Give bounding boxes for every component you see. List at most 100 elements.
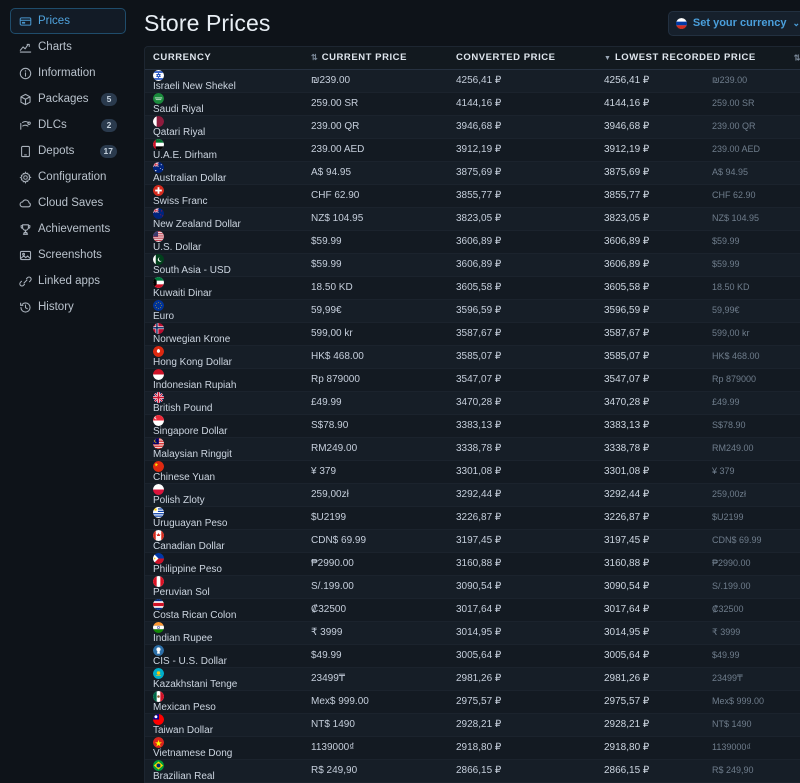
cell-currency: Peruvian Sol	[145, 575, 303, 599]
chevron-down-icon: ⌄	[792, 17, 800, 28]
table-row[interactable]: Singapore Dollar S$78.90 3383,13 ₽3383,13 …	[145, 414, 800, 438]
lowest-price-converted: 3301,08 ₽	[604, 466, 650, 477]
currency-name: Israeli New Shekel	[153, 80, 236, 92]
sidebar-item-cloud-saves[interactable]: Cloud Saves	[10, 190, 126, 216]
cr-flag-icon	[153, 598, 164, 610]
sidebar-item-packages[interactable]: Packages 5	[10, 86, 126, 112]
prices-icon	[19, 15, 32, 28]
sidebar-item-label: Screenshots	[38, 249, 102, 261]
lowest-price-converted: 3017,64 ₽	[604, 604, 650, 615]
currency-name: Mexican Peso	[153, 701, 216, 713]
table-row[interactable]: U.S. Dollar $59.99 3606,89 ₽3606,89 ₽ $59.9…	[145, 230, 800, 254]
cell-lowest-recorded-price: 2975,57 ₽ Mex$ 999.00	[596, 690, 800, 714]
lowest-price-converted: 3855,77 ₽	[604, 190, 650, 201]
table-row[interactable]: Euro 59,99€ 3596,59 ₽3596,59 ₽59,99€	[145, 299, 800, 323]
table-row[interactable]: Kuwaiti Dinar 18.50 KD 3605,58 ₽3605,58 ₽1…	[145, 276, 800, 300]
table-row[interactable]: U.A.E. Dirham 239.00 AED 3912,19 ₽3912,19 …	[145, 138, 800, 162]
currency-name: Hong Kong Dollar	[153, 356, 232, 368]
cell-current-price: ₹ 3999	[303, 621, 448, 645]
column-header-currency[interactable]: CURRENCY	[145, 47, 303, 70]
cell-converted-price: 3855,77 ₽	[448, 184, 596, 208]
table-row[interactable]: Indian Rupee ₹ 3999 3014,95 ₽3014,95 ₽ ₹ 39…	[145, 621, 800, 645]
column-header-converted[interactable]: CONVERTED PRICE	[448, 47, 596, 70]
ca-flag-icon	[153, 529, 164, 541]
in-flag-icon	[153, 621, 164, 633]
table-row[interactable]: Saudi Riyal 259.00 SR 4144,16 ₽4144,16 ₽25…	[145, 92, 800, 116]
sidebar-item-charts[interactable]: Charts	[10, 34, 126, 60]
cell-converted-price: 2866,15 ₽	[448, 759, 596, 783]
table-row[interactable]: Norwegian Krone 599,00 kr 3587,67 ₽3587,67…	[145, 322, 800, 346]
sidebar-item-history[interactable]: History	[10, 294, 126, 320]
sidebar-item-prices[interactable]: Prices	[10, 8, 126, 34]
sidebar-item-achievements[interactable]: Achievements	[10, 216, 126, 242]
table-row[interactable]: Vietnamese Dong 1139000₫ 2918,80 ₽2918,80 …	[145, 736, 800, 760]
column-header-lowest[interactable]: ▼LOWEST RECORDED PRICE ⇅	[596, 47, 800, 70]
kz-flag-icon	[153, 667, 164, 679]
table-row[interactable]: Costa Rican Colon ₡32500 3017,64 ₽3017,64 …	[145, 598, 800, 622]
cell-current-price: 23499₸	[303, 667, 448, 691]
table-row[interactable]: Peruvian Sol S/.199.00 3090,54 ₽3090,54 ₽ S…	[145, 575, 800, 599]
lowest-price-converted: 3470,28 ₽	[604, 397, 650, 408]
set-currency-button[interactable]: Set your currency ⌄	[667, 10, 800, 36]
table-body: Israeli New Shekel ₪239.00 4256,41 ₽4256,4…	[145, 69, 800, 783]
sidebar-item-configuration[interactable]: Configuration	[10, 164, 126, 190]
sidebar-item-linked-apps[interactable]: Linked apps	[10, 268, 126, 294]
cell-currency: Polish Zloty	[145, 483, 303, 507]
ae-flag-icon	[153, 138, 164, 150]
table-row[interactable]: Mexican Peso Mex$ 999.00 2975,57 ₽2975,57 …	[145, 690, 800, 714]
sidebar-item-depots[interactable]: Depots 17	[10, 138, 126, 164]
cell-converted-price: 3338,78 ₽	[448, 437, 596, 461]
table-row[interactable]: Israeli New Shekel ₪239.00 4256,41 ₽4256,4…	[145, 69, 800, 93]
sidebar-item-screenshots[interactable]: Screenshots	[10, 242, 126, 268]
table-row[interactable]: Chinese Yuan ¥ 379 3301,08 ₽3301,08 ₽ ¥ 379	[145, 460, 800, 484]
table-row[interactable]: Uruguayan Peso $U2199 3226,87 ₽3226,87 ₽ $U…	[145, 506, 800, 530]
cell-lowest-recorded-price: 3587,67 ₽ 599,00 kr	[596, 322, 800, 346]
cell-currency: Kazakhstani Tenge	[145, 667, 303, 691]
sidebar-item-information[interactable]: Information	[10, 60, 126, 86]
currency-name: Uruguayan Peso	[153, 517, 228, 529]
cell-current-price: Rp 879000	[303, 368, 448, 392]
sidebar-item-badge: 2	[101, 118, 117, 132]
table-row[interactable]: Indonesian Rupiah Rp 879000 3547,07 ₽3547,…	[145, 368, 800, 392]
table-row[interactable]: Canadian Dollar CDN$ 69.99 3197,45 ₽3197,4…	[145, 529, 800, 553]
cell-lowest-recorded-price: 3946,68 ₽ 239.00 QR	[596, 115, 800, 139]
cell-converted-price: 3946,68 ₽	[448, 115, 596, 139]
page-title: Store Prices	[144, 9, 271, 36]
table-row[interactable]: British Pound £49.99 3470,28 ₽3470,28 ₽ £49…	[145, 391, 800, 415]
sort-indicator-converted-desc[interactable]: ▼	[604, 55, 611, 62]
sort-indicator-currency[interactable]: ⇅	[311, 53, 318, 62]
cell-currency: Israeli New Shekel	[145, 69, 303, 93]
vn-flag-icon	[153, 736, 164, 748]
table-row[interactable]: Philippine Peso ₱2990.00 3160,88 ₽3160,88 …	[145, 552, 800, 576]
column-header-current[interactable]: ⇅ CURRENT PRICE	[303, 47, 448, 70]
table-row[interactable]: Swiss Franc CHF 62.90 3855,77 ₽3855,77 ₽ CH…	[145, 184, 800, 208]
table-row[interactable]: Malaysian Ringgit RM249.00 3338,78 ₽3338,7…	[145, 437, 800, 461]
cell-current-price: NZ$ 104.95	[303, 207, 448, 231]
table-row[interactable]: New Zealand Dollar NZ$ 104.95 3823,05 ₽382…	[145, 207, 800, 231]
cell-lowest-recorded-price: 3596,59 ₽ 59,99€	[596, 299, 800, 323]
sidebar-item-label: Information	[38, 67, 96, 79]
currency-name: Qatari Riyal	[153, 126, 206, 138]
table-row[interactable]: CIS - U.S. Dollar $49.99 3005,64 ₽3005,64 …	[145, 644, 800, 668]
sidebar-item-label: History	[38, 301, 74, 313]
table-row[interactable]: Kazakhstani Tenge 23499₸ 2981,26 ₽2981,26 …	[145, 667, 800, 691]
lowest-price-converted: 3596,59 ₽	[604, 305, 650, 316]
au-flag-icon	[153, 161, 164, 173]
cell-converted-price: 4256,41 ₽	[448, 69, 596, 93]
cell-converted-price: 3090,54 ₽	[448, 575, 596, 599]
table-row[interactable]: Hong Kong Dollar HK$ 468.00 3585,07 ₽3585,…	[145, 345, 800, 369]
nz-flag-icon	[153, 207, 164, 219]
currency-name: Malaysian Ringgit	[153, 448, 232, 460]
cell-lowest-recorded-price: 3547,07 ₽ Rp 879000	[596, 368, 800, 392]
cell-lowest-recorded-price: 3226,87 ₽ $U2199	[596, 506, 800, 530]
sort-indicator-lowest[interactable]: ⇅	[794, 53, 800, 62]
cell-current-price: 1139000₫	[303, 736, 448, 760]
cell-current-price: $U2199	[303, 506, 448, 530]
table-row[interactable]: Taiwan Dollar NT$ 1490 2928,21 ₽2928,21 ₽ N…	[145, 713, 800, 737]
table-row[interactable]: Polish Zloty 259,00zł 3292,44 ₽3292,44 ₽25…	[145, 483, 800, 507]
table-row[interactable]: Qatari Riyal 239.00 QR 3946,68 ₽3946,68 ₽2…	[145, 115, 800, 139]
table-row[interactable]: Australian Dollar A$ 94.95 3875,69 ₽3875,6…	[145, 161, 800, 185]
sidebar-item-dlcs[interactable]: DLCs 2	[10, 112, 126, 138]
table-row[interactable]: Brazilian Real R$ 249,90 2866,15 ₽2866,15 …	[145, 759, 800, 783]
table-row[interactable]: South Asia - USD $59.99 3606,89 ₽3606,89 ₽…	[145, 253, 800, 277]
